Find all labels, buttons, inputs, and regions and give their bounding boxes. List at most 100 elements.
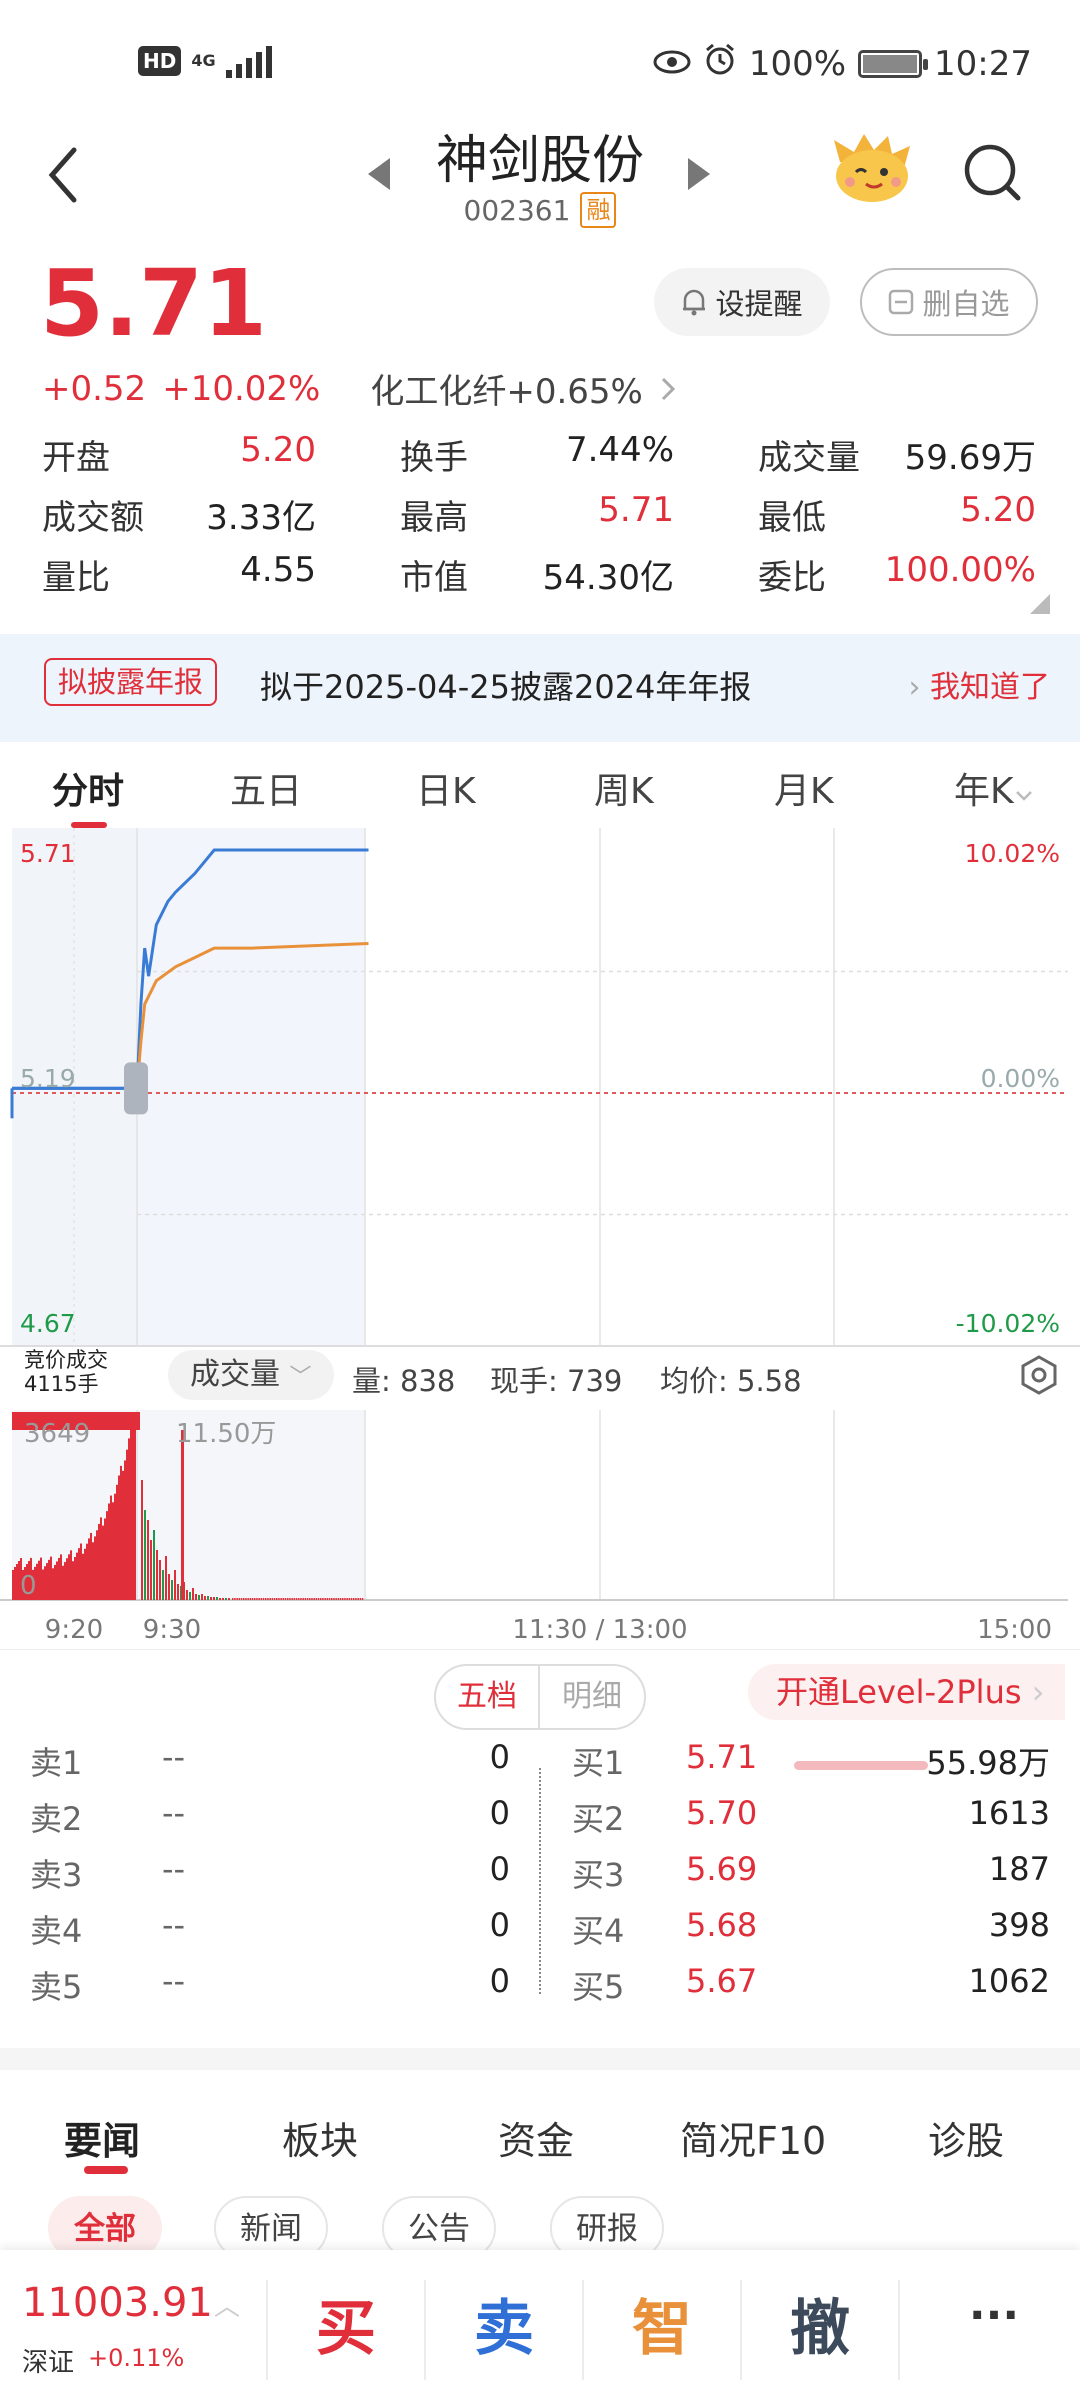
volume-bar [353,1598,355,1600]
volume-bar [306,1598,309,1600]
next-stock-button[interactable] [688,158,710,190]
chevron-right-icon [661,377,675,400]
volume-bar [64,1562,66,1600]
volume-bar [189,1592,191,1600]
remove-watchlist-button[interactable]: 删自选 [860,268,1038,336]
volume-bar [287,1598,289,1600]
volume-bar [16,1563,18,1600]
ask-volume: 0 [489,1850,510,1888]
volume-bar [331,1598,333,1600]
bid-row[interactable]: 买2 5.70 1613 [572,1794,1050,1850]
smart-trade-button[interactable]: 智 [612,2280,712,2367]
volume-bar [186,1590,188,1600]
report-banner[interactable]: 拟披露年报 拟于2025-04-25披露2024年年报 › 我知道了 [0,634,1080,742]
hd-badge: HD [138,46,182,76]
volume-bar [98,1523,100,1600]
ask-row[interactable]: 卖3 -- 0 [30,1850,510,1906]
volume-bar [156,1550,158,1600]
volume-bar [342,1598,344,1600]
volume-bar [302,1598,304,1600]
volume-indicator-select[interactable]: 成交量 ﹀ [168,1350,334,1400]
volume-chart[interactable]: 3649 11.50万 0 9:20 9:30 11:30 / 13:00 15:00 [0,1410,1080,1650]
volume-bar [104,1518,106,1600]
time-label: 9:20 [45,1615,103,1645]
ask-price: -- [162,1850,186,1888]
volume-bar [86,1543,88,1600]
ask-row[interactable]: 卖4 -- 0 [30,1906,510,1962]
ask-volume: 0 [489,1962,510,2000]
volume-bar [120,1465,122,1600]
ask-row[interactable]: 卖5 -- 0 [30,1962,510,2018]
time-label: 11:30 / 13:00 [512,1615,687,1645]
sell-button[interactable]: 卖 [454,2280,554,2367]
bid-row[interactable]: 买3 5.69 187 [572,1850,1050,1906]
volume-bar [260,1598,263,1600]
index-change: +0.11% [88,2344,185,2372]
banner-dismiss-button[interactable]: › 我知道了 [908,662,1050,706]
news-tab-funds[interactable]: 资金 [498,2110,574,2165]
cancel-order-button[interactable]: 撤 [770,2280,870,2367]
intraday-chart[interactable]: 5.71 5.19 4.67 10.02% 0.00% -10.02% [0,828,1080,1348]
more-button[interactable]: ··· [944,2290,1044,2341]
signal-icon [225,44,272,78]
stat-value: 100.00% [884,550,1036,590]
ask-volume: 0 [489,1738,510,1776]
axis-pct-top: 10.02% [965,839,1060,868]
tab-yearly-k[interactable]: 年K [954,762,1034,814]
bid-level: 买2 [572,1800,625,1838]
stat-label: 开盘 [42,438,110,478]
expand-corner-icon[interactable] [1030,594,1050,614]
volume-bar [168,1574,170,1600]
level2-upgrade-button[interactable]: 开通Level-2Plus › [748,1664,1065,1720]
news-tab-sector[interactable]: 板块 [282,2110,358,2165]
volume-bar [276,1598,278,1600]
current-price: 5.71 [40,250,267,357]
search-button[interactable] [960,140,1026,206]
volume-bar [240,1598,243,1600]
chart-settings-button[interactable] [1018,1354,1060,1396]
volume-bar [116,1484,118,1600]
tab-five-day[interactable]: 五日 [230,762,302,814]
volume-bar [78,1548,80,1600]
volume-bar [265,1598,267,1600]
set-alert-button[interactable]: 设提醒 [654,268,830,336]
news-tab-headlines[interactable]: 要闻 [64,2110,140,2165]
bid-price: 5.69 [686,1850,758,1888]
bid-price: 5.67 [686,1962,758,2000]
volume-bar [92,1542,94,1600]
bid-row[interactable]: 买5 5.67 1062 [572,1962,1050,2018]
tab-five-level[interactable]: 五档 [436,1666,540,1728]
tab-weekly-k[interactable]: 周K [594,762,654,814]
ask-row[interactable]: 卖2 -- 0 [30,1794,510,1850]
price-change: +0.52 [42,368,147,409]
volume-bar [348,1598,351,1600]
buy-button[interactable]: 买 [296,2280,396,2367]
bar-separator [266,2280,268,2380]
bid-level: 买3 [572,1856,625,1894]
tab-intraday[interactable]: 分时 [52,762,124,814]
tab-daily-k[interactable]: 日K [416,762,476,814]
news-tab-f10[interactable]: 简况F10 [680,2110,826,2165]
news-tab-diagnose[interactable]: 诊股 [928,2110,1004,2165]
volume-bar [355,1598,357,1600]
volume-bar [54,1564,56,1600]
volume-bar [243,1598,245,1600]
ask-price: -- [162,1962,186,2000]
auction-label-line1: 竞价成交 [24,1348,108,1372]
tab-detail[interactable]: 明细 [540,1666,644,1728]
bid-row[interactable]: 买4 5.68 398 [572,1906,1050,1962]
traded-area-bg [137,828,365,1346]
volume-bar [126,1449,128,1600]
volume-bar [256,1598,258,1600]
volume-bar [192,1588,194,1600]
mascot-icon[interactable] [830,132,914,204]
tab-monthly-k[interactable]: 月K [774,762,834,814]
volume-bar [124,1460,126,1600]
volume-bar [295,1598,298,1600]
bid-volume: 1062 [968,1962,1050,2000]
ask-row[interactable]: 卖1 -- 0 [30,1738,510,1794]
sector-link[interactable]: 化工化纤+0.65% [370,364,643,413]
stat-label: 换手 [400,438,468,478]
volume-bar [201,1594,203,1600]
volume-bar [46,1563,48,1600]
